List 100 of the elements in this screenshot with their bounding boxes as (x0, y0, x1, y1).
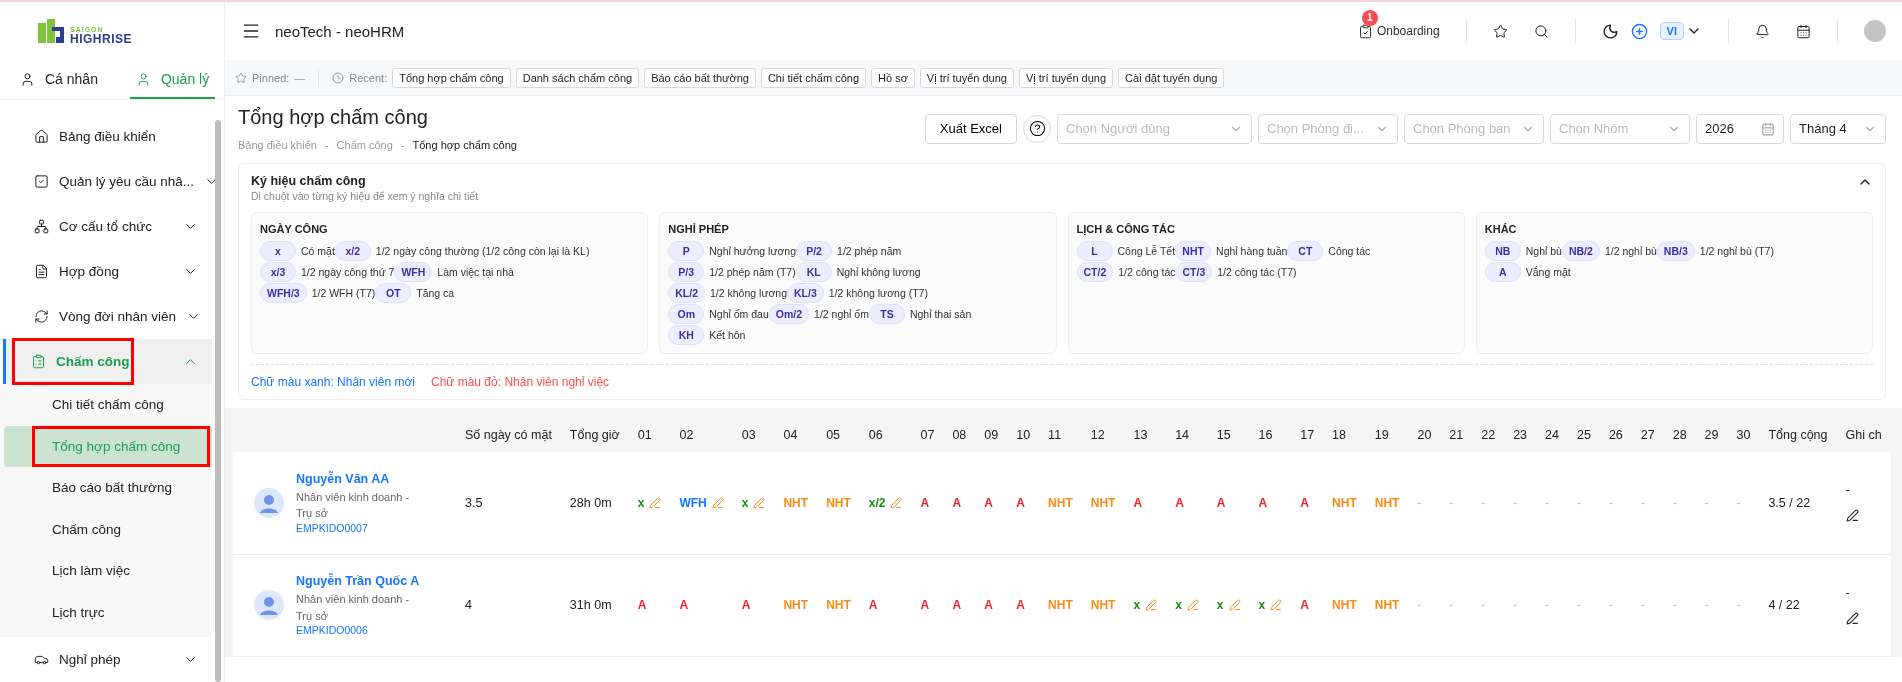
scrollbar[interactable] (215, 120, 221, 682)
employee-name[interactable]: Nguyễn Văn AA (296, 471, 426, 486)
code-tag[interactable]: KL/2 (668, 283, 705, 303)
recent-chip[interactable]: Hồ sơ (871, 67, 915, 88)
column-header: 13 (1124, 418, 1167, 452)
submenu-item[interactable]: Báo cáo bất thường (4, 467, 212, 509)
attendance-code: NHT (783, 598, 809, 612)
attendance-code: A (952, 495, 962, 510)
clock-icon (332, 71, 345, 84)
code-tag[interactable]: NB/3 (1656, 241, 1695, 261)
attendance-code: - (1672, 598, 1677, 612)
code-tag[interactable]: Om (668, 304, 705, 324)
menu-item[interactable]: Bảng điều khiển (6, 114, 212, 159)
legend-note: Chữ màu đỏ: Nhân viên nghỉ việc (431, 375, 610, 389)
calendar-icon[interactable] (1796, 23, 1811, 39)
plus-icon[interactable] (1630, 22, 1648, 40)
language-selector[interactable]: VI (1659, 22, 1684, 40)
code-description: Kết hôn (709, 329, 746, 341)
search-icon[interactable] (1533, 23, 1549, 39)
code-tag[interactable]: WFH (394, 262, 433, 282)
edit-icon[interactable] (1845, 611, 1859, 625)
attendance-code: NHT (1374, 495, 1400, 510)
attendance-code: A (984, 495, 993, 510)
column-header: Tổng cộng (1759, 418, 1837, 452)
menu-item[interactable]: Quản lý yêu cầu nhâ... (6, 159, 212, 204)
recent-chip[interactable]: Vị trí tuyển dụng (919, 67, 1014, 88)
code-tag[interactable]: NHT (1175, 241, 1212, 261)
code-tag[interactable]: CT/2 (1076, 262, 1114, 282)
column-header: 24 (1536, 418, 1568, 452)
code-tag[interactable]: P (668, 241, 705, 261)
moon-icon[interactable] (1601, 22, 1619, 40)
code-tag[interactable]: CT (1287, 241, 1324, 261)
code-tag[interactable]: x/2 (334, 241, 371, 261)
menu-item[interactable]: Cơ cấu tổ chức (6, 204, 212, 249)
onboarding-button[interactable]: Onboarding (1357, 23, 1440, 39)
column-header: 14 (1166, 418, 1208, 452)
code-description: Làm việc tại nhà (437, 266, 514, 278)
code-description: Nghỉ hàng tuần (1216, 245, 1288, 257)
attendance-code: A (1016, 598, 1025, 612)
code-tag[interactable]: x/3 (260, 262, 296, 282)
avatar-icon (254, 590, 284, 620)
bell-icon[interactable] (1755, 23, 1770, 39)
sidebar-tab[interactable]: Quản lý (129, 61, 216, 99)
code-tag[interactable]: NB (1484, 241, 1521, 261)
attendance-code: A (868, 598, 878, 612)
page-title: Tổng hợp chấm công (238, 106, 429, 129)
attendance-code: - (1545, 495, 1550, 510)
attendance-code: - (1704, 495, 1709, 510)
year-picker[interactable]: 2026 (1696, 113, 1784, 144)
recent-chip[interactable]: Vị trí tuyển dụng (1018, 67, 1114, 88)
code-tag[interactable]: KH (668, 325, 705, 345)
code-tag[interactable]: A (1484, 262, 1521, 282)
sidebar-tab[interactable]: Cá nhân (14, 61, 104, 99)
employee-name[interactable]: Nguyễn Trần Quốc A (296, 574, 426, 588)
attendance-code: - (1417, 495, 1422, 510)
attendance-code: - (1449, 495, 1454, 510)
code-tag[interactable]: OT (375, 283, 412, 303)
column-header: Tổng giờ (560, 418, 629, 452)
attendance-code: A (920, 598, 930, 612)
menu-item[interactable]: Vòng đời nhân viên (6, 294, 212, 339)
attendance-code: NHT (1332, 598, 1357, 612)
attendance-code: NHT (826, 598, 851, 612)
calendar-icon (1761, 121, 1775, 136)
help-button[interactable] (1023, 114, 1051, 143)
code-tag[interactable]: Om/2 (768, 304, 810, 324)
code-tag[interactable]: KL (795, 262, 832, 282)
submenu-item[interactable]: Chi tiết chấm công (4, 384, 212, 426)
code-tag[interactable]: NB/2 (1561, 241, 1600, 261)
code-tag[interactable]: TS (868, 304, 905, 324)
code-tag[interactable]: L (1076, 241, 1113, 261)
column-header: 03 (732, 418, 775, 452)
code-description: 1/2 công tác (T7) (1217, 266, 1297, 278)
recent-chip[interactable]: Báo cáo bất thường (644, 67, 756, 88)
code-tag[interactable]: CT/3 (1175, 262, 1213, 282)
code-description: Có mặt (301, 245, 335, 257)
select-field[interactable]: Tháng 4 (1790, 113, 1886, 144)
attendance-code: - (1577, 495, 1581, 510)
breadcrumb-separator: - (324, 139, 329, 151)
code-description: Nghỉ thai sản (909, 308, 972, 320)
code-tag[interactable]: P/3 (668, 262, 705, 282)
menu-item[interactable]: Hợp đồng (6, 249, 212, 294)
attendance-code: - (1736, 495, 1741, 510)
code-tag[interactable]: KL/3 (787, 283, 824, 303)
export-button[interactable]: Xuất Excel (924, 113, 1017, 144)
submenu-item[interactable]: Lịch làm việc (4, 550, 212, 592)
recent-chip[interactable]: Chi tiết chấm công (760, 67, 866, 88)
attendance-code: A (741, 598, 751, 612)
star-icon[interactable] (1492, 23, 1508, 39)
code-tag[interactable]: x (260, 241, 296, 261)
menu-item[interactable]: Nghỉ phép (6, 637, 212, 682)
edit-icon[interactable] (1845, 509, 1859, 523)
code-tag[interactable]: WFH/3 (260, 283, 307, 303)
clipboard-icon (1357, 23, 1373, 39)
code-tag[interactable]: P/2 (796, 241, 833, 261)
submenu-item[interactable]: Lịch trực (4, 591, 212, 633)
recent-chip[interactable]: Tổng hợp chấm công (392, 67, 511, 88)
column-header: 15 (1207, 418, 1250, 452)
recent-chip[interactable]: Cài đặt tuyển dụng (1118, 67, 1225, 88)
recent-chip[interactable]: Danh sách chấm công (515, 67, 640, 88)
submenu-item[interactable]: Chấm công (4, 508, 212, 550)
